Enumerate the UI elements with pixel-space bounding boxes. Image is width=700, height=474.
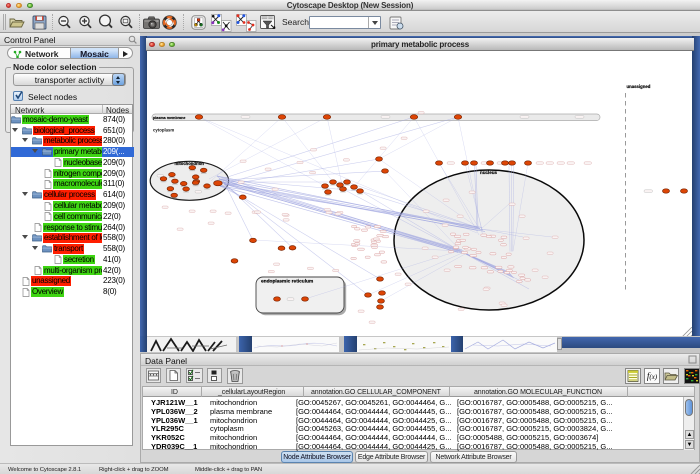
svg-text:unassigned: unassigned bbox=[627, 84, 651, 89]
svg-text:mitochondrion: mitochondrion bbox=[175, 161, 205, 166]
svg-text:endoplasmic reticulum: endoplasmic reticulum bbox=[261, 279, 313, 285]
svg-text:plasma membrane: plasma membrane bbox=[153, 116, 185, 120]
svg-text:nucleus: nucleus bbox=[480, 170, 498, 175]
svg-text:cytoplasm: cytoplasm bbox=[153, 128, 174, 133]
